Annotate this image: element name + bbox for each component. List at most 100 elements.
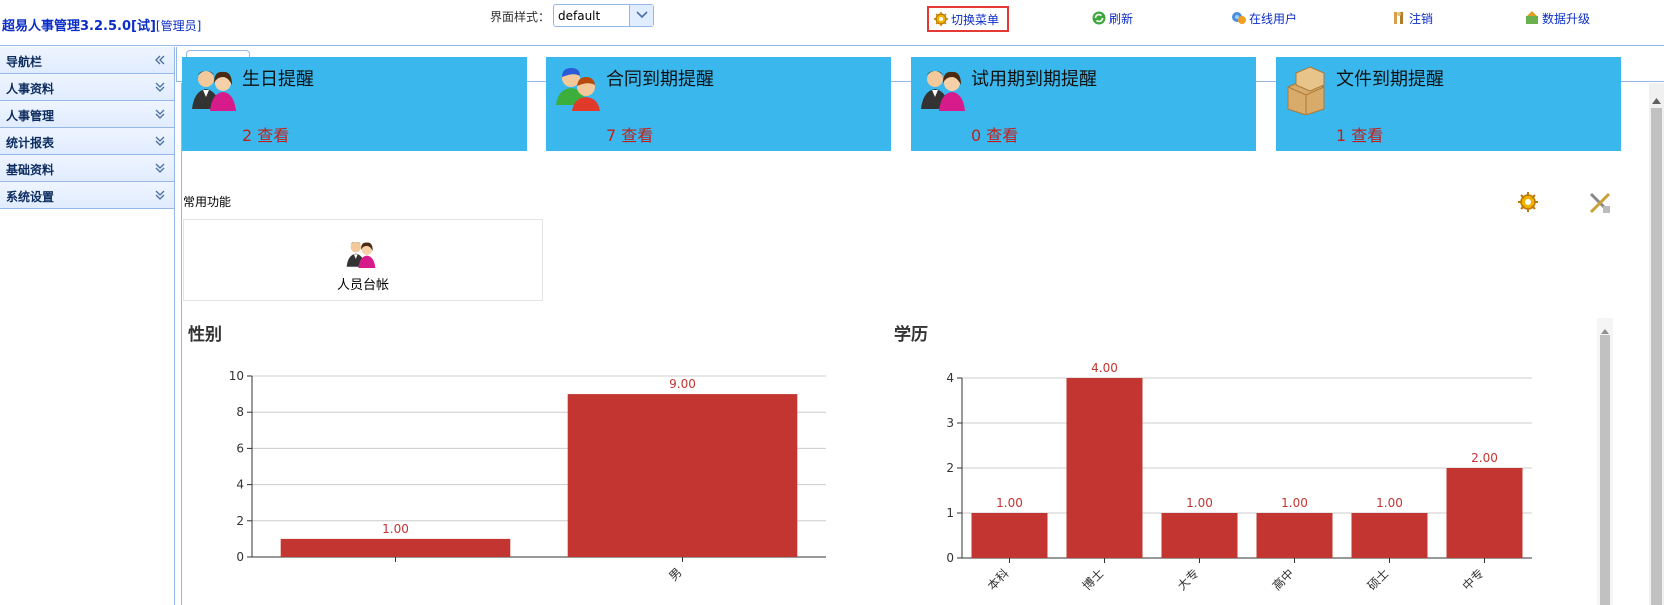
x-tick-label: 大专 bbox=[1174, 566, 1202, 594]
y-tick-label: 0 bbox=[236, 550, 244, 564]
card-count: 0 bbox=[971, 126, 982, 145]
sidebar-item-label: 人事管理 bbox=[6, 109, 55, 123]
refresh-button[interactable]: 刷新 bbox=[1087, 7, 1137, 29]
online-users-button[interactable]: 在线用户 bbox=[1227, 7, 1301, 29]
x-tick-label: 本科 bbox=[985, 566, 1012, 593]
y-tick-label: 10 bbox=[229, 369, 244, 383]
switch-menu-button[interactable]: 切换菜单 bbox=[927, 6, 1009, 32]
data-label: 1.00 bbox=[1376, 496, 1403, 510]
card-view-link[interactable]: 查看 bbox=[1351, 126, 1383, 145]
x-tick-label: 男 bbox=[666, 565, 684, 583]
sidebar-item-label: 导航栏 bbox=[6, 55, 43, 69]
couple-icon bbox=[344, 238, 378, 271]
y-tick-label: 4 bbox=[236, 478, 244, 492]
tile-personnel-ledger[interactable]: 人员台帐 bbox=[183, 219, 543, 301]
scroll-up-icon[interactable] bbox=[1652, 93, 1661, 107]
scrollbar-thumb[interactable] bbox=[1651, 108, 1662, 605]
top-header: 超易人事管理3.2.5.0[试][管理员] 界面样式： default 切换菜单… bbox=[0, 0, 1664, 46]
boxes-icon bbox=[1284, 65, 1330, 118]
double-chevron-down-icon bbox=[154, 162, 166, 177]
data-label: 1.00 bbox=[1281, 496, 1308, 510]
card-birthday-reminder[interactable]: 生日提醒 2 查看 bbox=[182, 57, 527, 151]
sidebar-item-reports[interactable]: 统计报表 bbox=[0, 128, 174, 155]
logout-icon bbox=[1391, 10, 1407, 26]
y-tick-label: 6 bbox=[236, 441, 244, 455]
data-label: 2.00 bbox=[1471, 451, 1498, 465]
data-label: 4.00 bbox=[1091, 361, 1118, 375]
double-chevron-down-icon bbox=[154, 108, 166, 123]
sidebar-item-nav[interactable]: 导航栏 bbox=[0, 47, 174, 74]
logout-button[interactable]: 注销 bbox=[1387, 7, 1437, 29]
refresh-label: 刷新 bbox=[1109, 11, 1134, 26]
chart-title-education: 学历 bbox=[894, 325, 928, 345]
x-tick-label: 中专 bbox=[1459, 566, 1487, 594]
card-document-expiry[interactable]: 文件到期提醒 1 查看 bbox=[1276, 57, 1621, 151]
style-select[interactable]: default bbox=[553, 4, 654, 27]
card-view-link[interactable]: 查看 bbox=[621, 126, 653, 145]
logout-label: 注销 bbox=[1409, 11, 1434, 26]
sidebar-item-label: 统计报表 bbox=[6, 136, 55, 150]
gender-bar-chart: 0 2 4 6 8 10 1.00 9.00 男 bbox=[229, 369, 826, 584]
card-view-link[interactable]: 查看 bbox=[986, 126, 1018, 145]
y-tick-label: 8 bbox=[236, 405, 244, 419]
sidebar-item-personnel-management[interactable]: 人事管理 bbox=[0, 101, 174, 128]
bar bbox=[971, 513, 1048, 558]
double-chevron-down-icon bbox=[154, 135, 166, 150]
gear-icon[interactable] bbox=[1517, 191, 1539, 216]
online-users-icon bbox=[1231, 10, 1247, 26]
card-count-link[interactable]: 1 查看 bbox=[1336, 122, 1383, 146]
data-label: 1.00 bbox=[382, 522, 409, 536]
sidebar-item-system-settings[interactable]: 系统设置 bbox=[0, 182, 174, 209]
chart-scrollbar[interactable] bbox=[1597, 318, 1613, 605]
card-count-link[interactable]: 2 查看 bbox=[242, 122, 289, 146]
bar bbox=[567, 394, 798, 557]
tools-icon[interactable] bbox=[1588, 191, 1612, 218]
y-tick-label: 2 bbox=[946, 461, 954, 475]
card-contract-expiry[interactable]: 合同到期提醒 7 查看 bbox=[546, 57, 891, 151]
users-icon bbox=[554, 65, 602, 114]
app-title: 超易人事管理3.2.5.0[试][管理员] bbox=[2, 15, 201, 34]
card-count-link[interactable]: 0 查看 bbox=[971, 122, 1018, 146]
bar bbox=[1351, 513, 1428, 558]
card-count-link[interactable]: 7 查看 bbox=[606, 122, 653, 146]
data-label: 9.00 bbox=[669, 377, 696, 391]
refresh-icon bbox=[1091, 10, 1107, 26]
sidebar-item-label: 系统设置 bbox=[6, 190, 55, 204]
chart-title-gender: 性别 bbox=[188, 325, 222, 345]
x-tick-label: 高中 bbox=[1269, 566, 1297, 594]
bar bbox=[1446, 468, 1523, 558]
education-bar-chart: 0 1 2 3 4 1.00 本科 4.00 博士 1.00 大专 1.00 高中 1.00 硕士 2.00 中… bbox=[946, 361, 1532, 594]
data-upgrade-label: 数据升级 bbox=[1542, 11, 1591, 26]
card-probation-expiry[interactable]: 试用期到期提醒 0 查看 bbox=[911, 57, 1256, 151]
card-title: 试用期到期提醒 bbox=[971, 69, 1097, 90]
style-label: 界面样式： bbox=[490, 10, 551, 24]
bar bbox=[1256, 513, 1333, 558]
y-tick-label: 3 bbox=[946, 416, 954, 430]
page-scrollbar[interactable] bbox=[1649, 83, 1664, 605]
gear-icon bbox=[933, 11, 949, 27]
scrollbar-thumb[interactable] bbox=[1600, 335, 1610, 605]
online-users-label: 在线用户 bbox=[1249, 11, 1298, 26]
card-count: 1 bbox=[1336, 126, 1347, 145]
double-chevron-down-icon bbox=[154, 189, 166, 204]
sidebar-item-basic-data[interactable]: 基础资料 bbox=[0, 155, 174, 182]
sidebar: 导航栏 人事资料 人事管理 统计报表 基础资料 系统设置 bbox=[0, 47, 175, 605]
chevron-down-icon[interactable] bbox=[629, 5, 653, 26]
bar bbox=[1161, 513, 1238, 558]
y-tick-label: 4 bbox=[946, 371, 954, 385]
data-label: 1.00 bbox=[1186, 496, 1213, 510]
data-label: 1.00 bbox=[996, 496, 1023, 510]
sidebar-item-personnel-data[interactable]: 人事资料 bbox=[0, 74, 174, 101]
card-title: 生日提醒 bbox=[242, 69, 314, 90]
data-upgrade-button[interactable]: 数据升级 bbox=[1520, 7, 1594, 29]
common-functions-label: 常用功能 bbox=[183, 195, 232, 209]
couple-icon bbox=[190, 65, 238, 114]
x-tick-label: 硕士 bbox=[1365, 566, 1392, 593]
bar bbox=[280, 538, 511, 557]
double-chevron-down-icon bbox=[154, 81, 166, 96]
card-view-link[interactable]: 查看 bbox=[257, 126, 289, 145]
tile-label: 人员台帐 bbox=[336, 278, 389, 293]
y-tick-label: 0 bbox=[946, 551, 954, 565]
style-select-value: default bbox=[558, 9, 601, 23]
collapse-left-icon[interactable] bbox=[154, 54, 166, 69]
